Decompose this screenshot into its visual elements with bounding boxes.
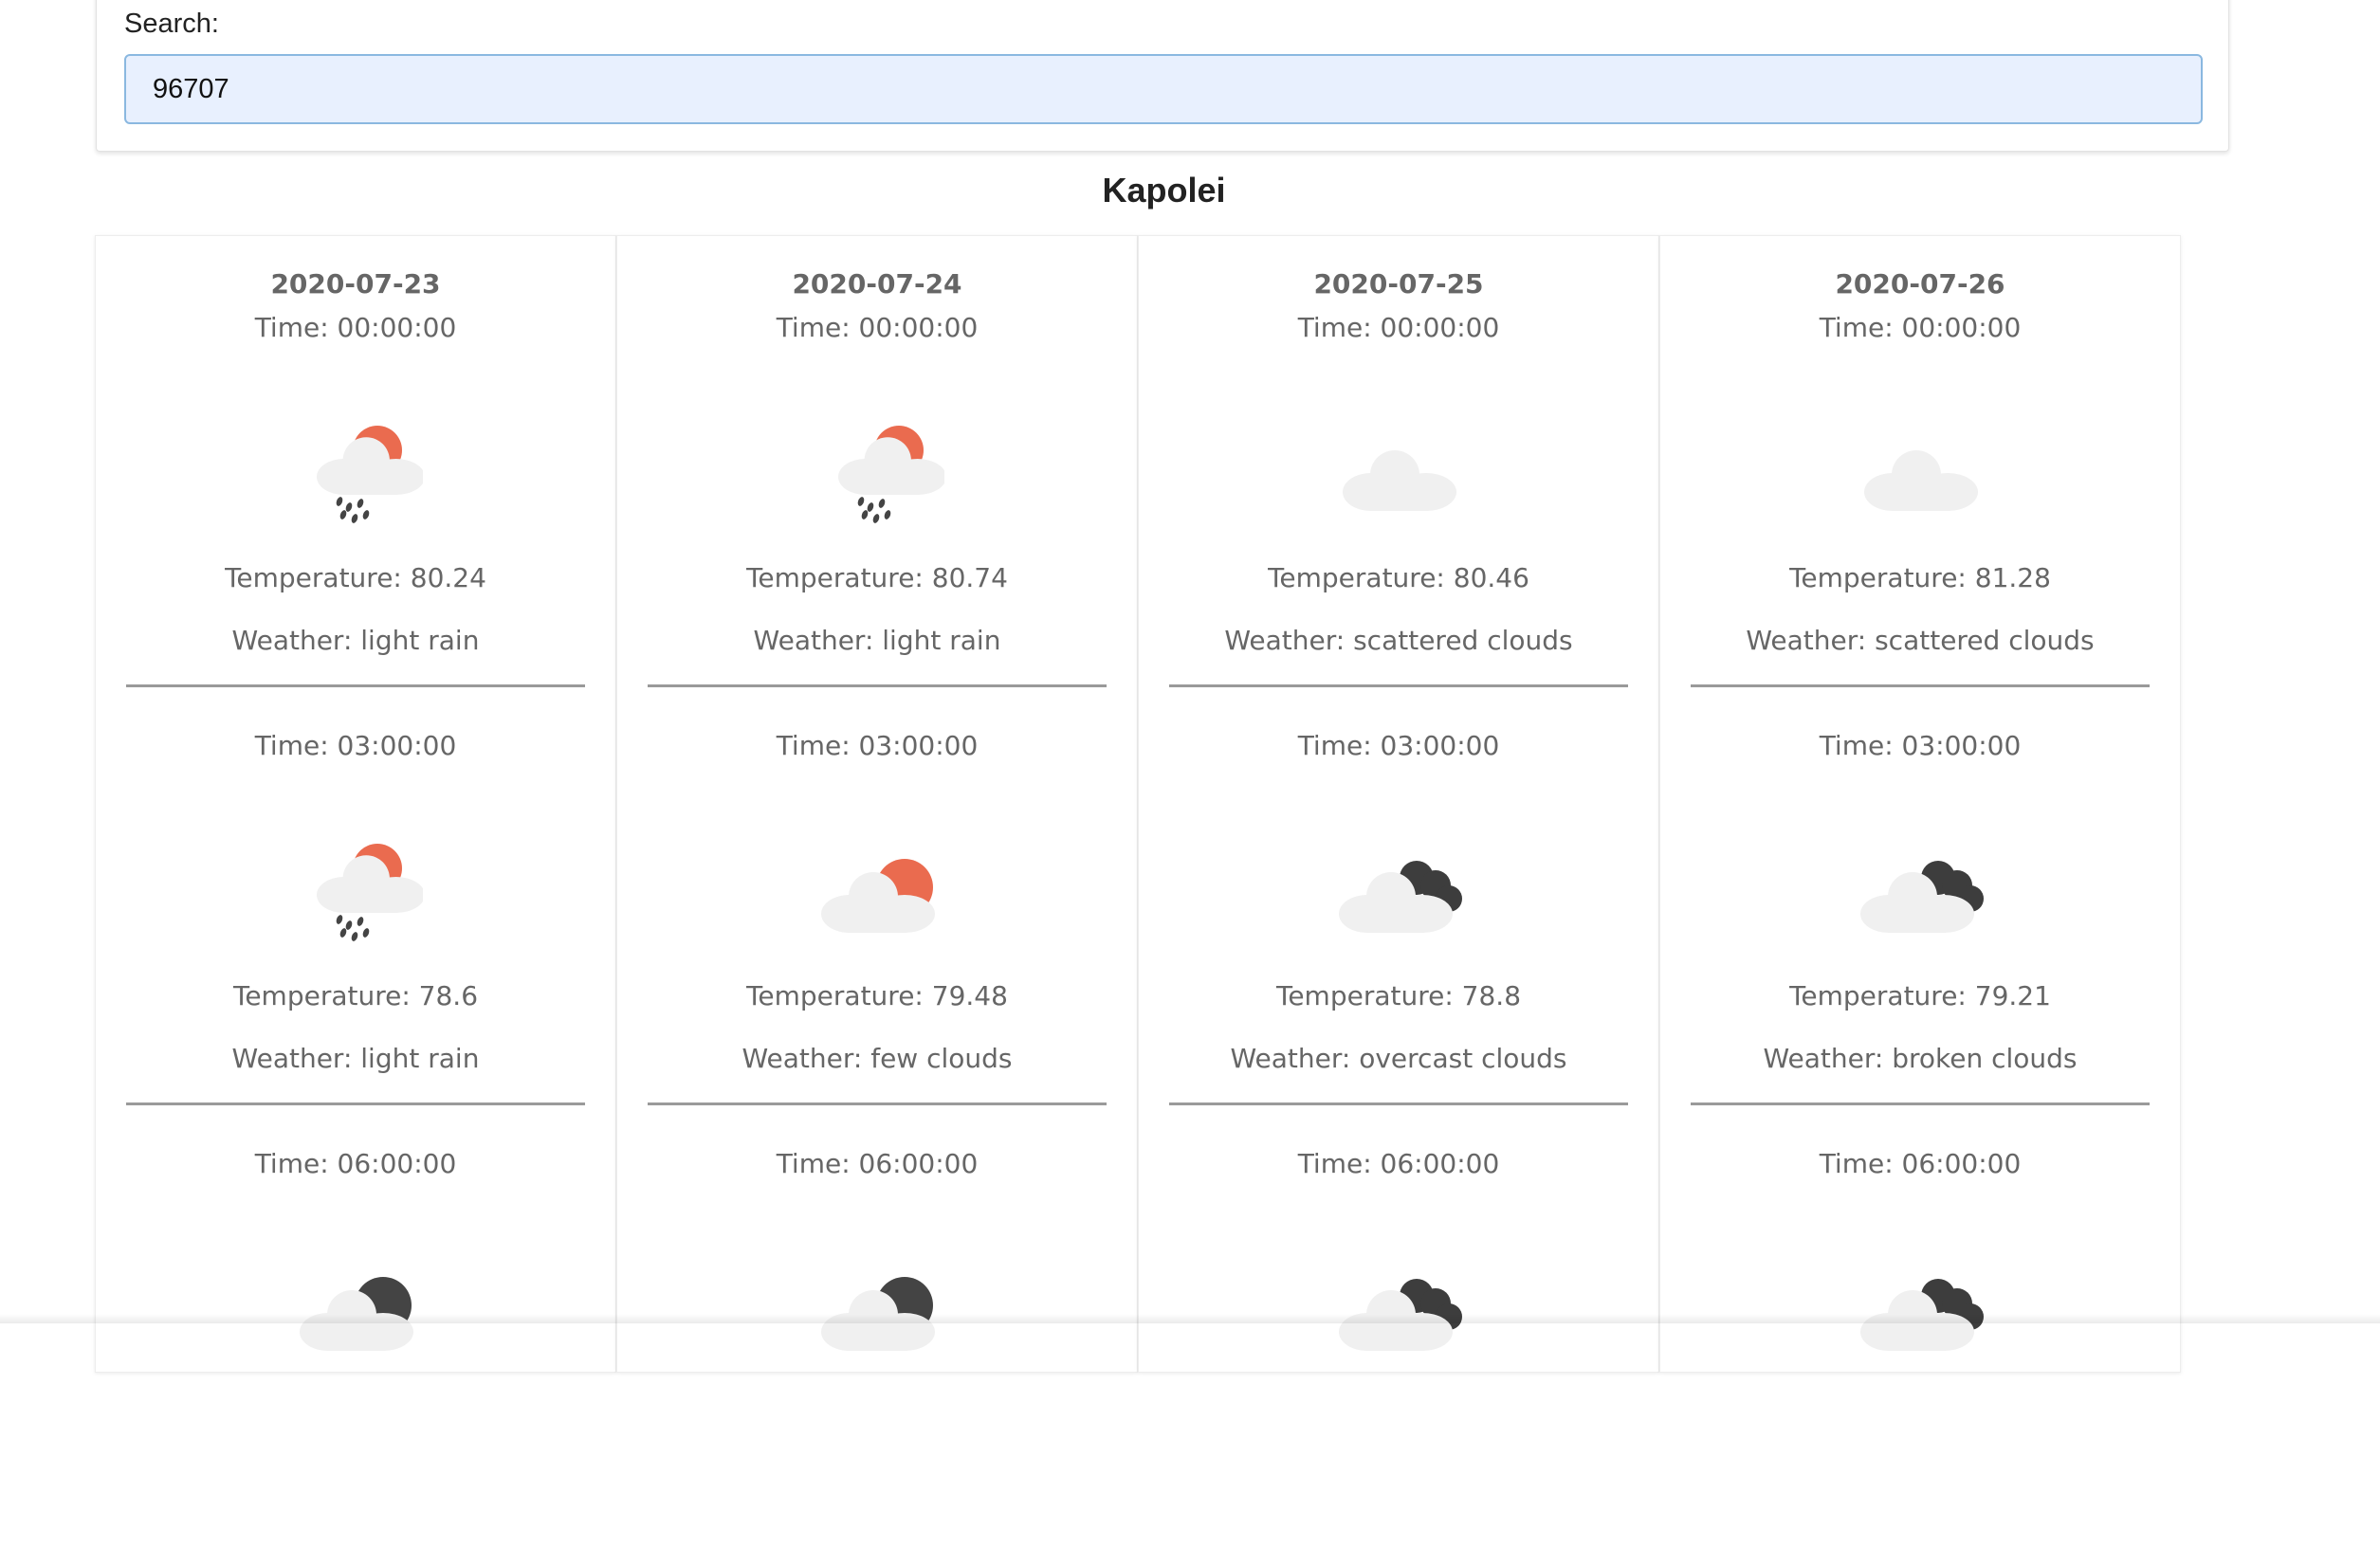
slot-time: Time: 03:00:00 bbox=[1819, 730, 2022, 761]
day-date: 2020-07-26 bbox=[1835, 268, 2005, 300]
slot-weather: Weather: overcast clouds bbox=[1230, 1043, 1567, 1074]
slot-divider bbox=[1691, 684, 2150, 687]
day-column: 2020-07-26 Time: 00:00:00 Temperature: 81… bbox=[1659, 235, 2181, 1373]
forecast-slot: Time: 00:00:00 Temperature: 80.46 Weather… bbox=[1139, 312, 1658, 731]
overcast-icon bbox=[1855, 815, 1987, 948]
slot-divider bbox=[648, 684, 1107, 687]
slot-temperature: Temperature: 80.24 bbox=[225, 562, 486, 593]
forecast-slot: Time: 06:00:00 bbox=[1660, 1148, 2180, 1567]
cloud-moon-icon bbox=[290, 1233, 423, 1366]
slot-time: Time: 03:00:00 bbox=[1297, 730, 1500, 761]
scroll-edge-shadow bbox=[0, 1314, 2380, 1323]
overcast-icon bbox=[1333, 815, 1466, 948]
slot-temperature: Temperature: 79.21 bbox=[1789, 980, 2051, 1011]
search-card: Search: bbox=[96, 0, 2229, 152]
slot-temperature: Temperature: 81.28 bbox=[1789, 562, 2051, 593]
forecast-days: 2020-07-23 Time: 00:00:00 Temperature: 80… bbox=[95, 235, 2181, 1373]
forecast-slot: Time: 03:00:00 Temperature: 79.48 Weather… bbox=[617, 730, 1137, 1149]
forecast-slot: Time: 06:00:00 bbox=[1139, 1148, 1658, 1567]
slot-weather: Weather: scattered clouds bbox=[1224, 625, 1573, 656]
slot-temperature: Temperature: 80.74 bbox=[746, 562, 1008, 593]
cloud-icon bbox=[1855, 397, 1987, 530]
forecast-slot: Time: 00:00:00 Temperature: 80.74 Weather… bbox=[617, 312, 1137, 731]
slot-weather: Weather: scattered clouds bbox=[1746, 625, 2095, 656]
overcast-icon bbox=[1855, 1233, 1987, 1366]
slot-time: Time: 03:00:00 bbox=[776, 730, 979, 761]
day-date: 2020-07-23 bbox=[270, 268, 441, 300]
slot-weather: Weather: light rain bbox=[231, 1043, 480, 1074]
slot-temperature: Temperature: 79.48 bbox=[746, 980, 1008, 1011]
slot-time: Time: 06:00:00 bbox=[1819, 1148, 2022, 1179]
overcast-icon bbox=[1333, 1233, 1466, 1366]
slot-temperature: Temperature: 80.46 bbox=[1268, 562, 1529, 593]
slot-divider bbox=[648, 1102, 1107, 1105]
day-column: 2020-07-24 Time: 00:00:00 Temperature: 80… bbox=[616, 235, 1138, 1373]
slot-weather: Weather: light rain bbox=[753, 625, 1001, 656]
slot-weather: Weather: few clouds bbox=[741, 1043, 1013, 1074]
slot-weather: Weather: light rain bbox=[231, 625, 480, 656]
slot-time: Time: 00:00:00 bbox=[776, 312, 979, 343]
slot-temperature: Temperature: 78.8 bbox=[1275, 980, 1522, 1011]
forecast-slot: Time: 06:00:00 bbox=[96, 1148, 615, 1567]
search-label: Search: bbox=[124, 9, 219, 39]
slot-time: Time: 06:00:00 bbox=[776, 1148, 979, 1179]
rain-sun-icon bbox=[290, 397, 423, 530]
slot-divider bbox=[1169, 1102, 1628, 1105]
forecast-slot: Time: 00:00:00 Temperature: 81.28 Weather… bbox=[1660, 312, 2180, 731]
day-date: 2020-07-24 bbox=[792, 268, 962, 300]
search-input[interactable] bbox=[124, 54, 2203, 124]
slot-time: Time: 06:00:00 bbox=[1297, 1148, 1500, 1179]
slot-weather: Weather: broken clouds bbox=[1763, 1043, 2078, 1074]
day-column: 2020-07-25 Time: 00:00:00 Temperature: 80… bbox=[1138, 235, 1659, 1373]
slot-divider bbox=[1691, 1102, 2150, 1105]
slot-time: Time: 03:00:00 bbox=[254, 730, 457, 761]
slot-time: Time: 00:00:00 bbox=[254, 312, 457, 343]
day-column: 2020-07-23 Time: 00:00:00 Temperature: 80… bbox=[95, 235, 616, 1373]
city-title: Kapolei bbox=[1102, 171, 1226, 210]
cloud-icon bbox=[1333, 397, 1466, 530]
slot-time: Time: 00:00:00 bbox=[1297, 312, 1500, 343]
cloud-moon-icon bbox=[812, 1233, 944, 1366]
cloud-sun-icon bbox=[812, 815, 944, 948]
forecast-slot: Time: 03:00:00 Temperature: 78.8 Weather:… bbox=[1139, 730, 1658, 1149]
forecast-slot: Time: 00:00:00 Temperature: 80.24 Weather… bbox=[96, 312, 615, 731]
forecast-slot: Time: 06:00:00 bbox=[617, 1148, 1137, 1567]
slot-divider bbox=[1169, 684, 1628, 687]
slot-divider bbox=[126, 1102, 585, 1105]
slot-divider bbox=[126, 684, 585, 687]
forecast-slot: Time: 03:00:00 Temperature: 78.6 Weather:… bbox=[96, 730, 615, 1149]
forecast-slot: Time: 03:00:00 Temperature: 79.21 Weather… bbox=[1660, 730, 2180, 1149]
day-date: 2020-07-25 bbox=[1313, 268, 1484, 300]
slot-time: Time: 06:00:00 bbox=[254, 1148, 457, 1179]
slot-time: Time: 00:00:00 bbox=[1819, 312, 2022, 343]
rain-sun-icon bbox=[812, 397, 944, 530]
slot-temperature: Temperature: 78.6 bbox=[232, 980, 479, 1011]
rain-sun-icon bbox=[290, 815, 423, 948]
